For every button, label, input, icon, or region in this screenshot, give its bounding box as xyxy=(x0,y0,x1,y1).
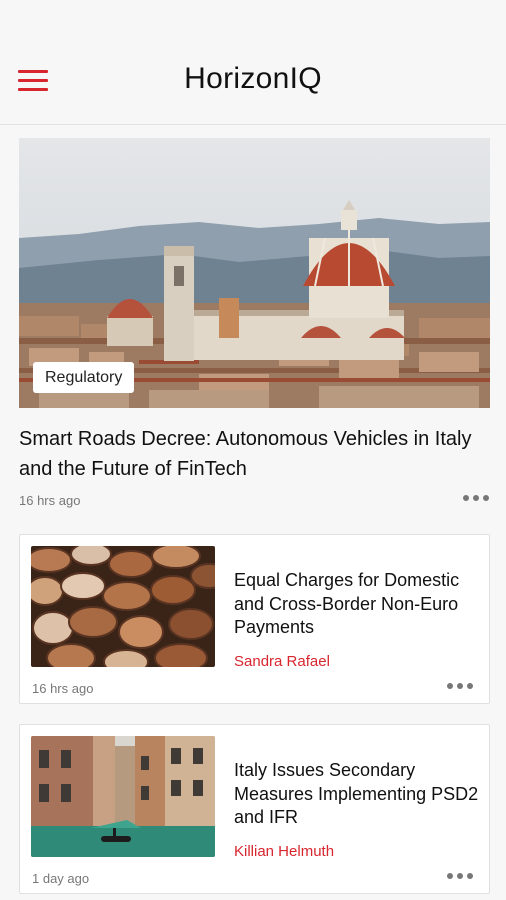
app-title: HorizonIQ xyxy=(184,62,322,95)
article-title[interactable]: Italy Issues Secondary Measures Implemen… xyxy=(234,759,479,830)
more-options-icon[interactable] xyxy=(447,683,475,691)
article-thumbnail-canal xyxy=(31,736,215,857)
featured-article-time: 16 hrs ago xyxy=(19,493,81,508)
article-time: 16 hrs ago xyxy=(32,681,94,696)
more-options-icon[interactable] xyxy=(463,495,491,503)
more-options-icon[interactable] xyxy=(447,873,475,881)
article-card[interactable]: Equal Charges for Domestic and Cross-Bor… xyxy=(19,534,490,704)
featured-article-title[interactable]: Smart Roads Decree: Autonomous Vehicles … xyxy=(19,424,489,484)
article-card[interactable]: Italy Issues Secondary Measures Implemen… xyxy=(19,724,490,894)
category-tag[interactable]: Regulatory xyxy=(33,362,135,393)
article-thumbnail-coins xyxy=(31,546,215,667)
app-bar: HorizonIQ xyxy=(0,0,506,125)
article-time: 1 day ago xyxy=(32,871,90,886)
article-author[interactable]: Killian Helmuth xyxy=(234,843,334,860)
article-title[interactable]: Equal Charges for Domestic and Cross-Bor… xyxy=(234,569,479,640)
article-author[interactable]: Sandra Rafael xyxy=(234,653,330,670)
featured-image: Regulatory xyxy=(19,138,490,408)
featured-article[interactable]: Regulatory Smart Roads Decree: Autonomou… xyxy=(19,138,490,508)
